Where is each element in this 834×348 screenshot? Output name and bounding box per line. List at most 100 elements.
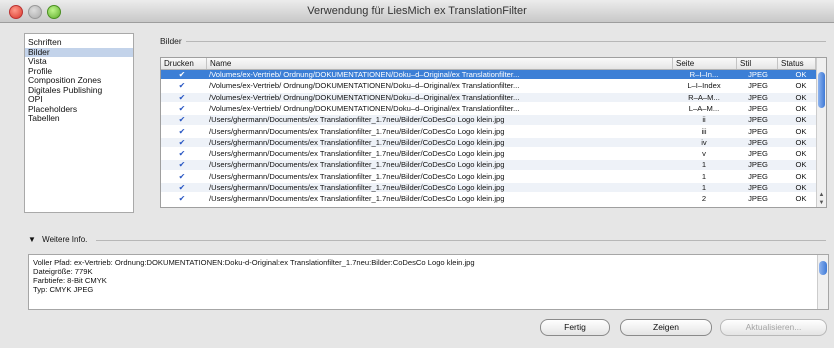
seite-cell: 1 [701, 183, 707, 192]
print-cell[interactable]: ✔ [161, 194, 203, 203]
stil-cell: JPEG [748, 70, 768, 79]
name-cell: /Users/ghermann/Documents/ex Translation… [209, 126, 505, 136]
name-cell: /Users/ghermann/Documents/ex Translation… [209, 115, 505, 125]
print-checkbox-icon[interactable]: ✔ [179, 127, 186, 135]
table-row[interactable]: ✔ /Volumes/ex-Vertrieb/ Ordnung/DOKUMENTA… [161, 81, 816, 90]
seite-cell: iii [701, 126, 707, 136]
print-checkbox-icon[interactable]: ✔ [179, 150, 186, 158]
table-row[interactable]: ✔ /Users/ghermann/Documents/ex Translatio… [161, 160, 816, 170]
sidebar-item[interactable]: Tabellen [25, 113, 133, 124]
print-cell[interactable]: ✔ [161, 127, 203, 136]
name-cell: /Volumes/ex-Vertrieb/ Ordnung/DOKUMENTAT… [209, 81, 520, 91]
scroll-down-arrow-icon[interactable]: ▼ [818, 200, 825, 206]
images-section-label: Bilder [160, 36, 182, 46]
seite-cell: R–A–M... [688, 92, 720, 102]
print-checkbox-icon[interactable]: ✔ [179, 93, 186, 101]
info-text-area[interactable]: Voller Pfad: ex-Vertrieb: Ordnung:DOKUME… [28, 254, 829, 310]
name-cell: /Users/ghermann/Documents/ex Translation… [209, 183, 505, 192]
seite-cell: L–I–Index [687, 81, 721, 91]
window-title: Verwendung für LiesMich ex TranslationFi… [307, 5, 527, 17]
seite-cell: 2 [701, 194, 707, 204]
title-bar[interactable]: Verwendung für LiesMich ex TranslationFi… [0, 0, 834, 23]
category-sidebar: Schriften Bilder Vista Profile Composition Z… [24, 33, 134, 213]
print-checkbox-icon[interactable]: ✔ [179, 71, 186, 79]
stil-cell: JPEG [748, 171, 768, 181]
table-scrollbar[interactable]: ▲ ▼ [816, 58, 826, 207]
table-row[interactable]: ✔ /Users/ghermann/Documents/ex Translatio… [161, 194, 816, 203]
table-row[interactable]: ✔ /Volumes/ex-Vertrieb/ Ordnung/DOKUMENTA… [161, 104, 816, 113]
done-button[interactable]: Fertig [540, 319, 610, 336]
more-info-label: Weitere Info. [42, 235, 88, 244]
name-cell: /Volumes/ex-Vertrieb/ Ordnung/DOKUMENTAT… [209, 103, 520, 113]
table-row[interactable]: ✔ /Users/ghermann/Documents/ex Translatio… [161, 149, 816, 158]
seite-cell: L–A–M... [688, 103, 720, 113]
images-table: Drucken Name Seite Stil Status ✔ /Volumes… [160, 57, 827, 208]
update-button[interactable]: Aktualisieren... [720, 319, 827, 336]
seite-cell: R–I–In... [689, 70, 719, 79]
name-cell: /Volumes/ex-Vertrieb/ Ordnung/DOKUMENTAT… [209, 70, 520, 79]
stil-cell: JPEG [748, 183, 768, 192]
print-checkbox-icon[interactable]: ✔ [179, 116, 186, 124]
name-cell: /Users/ghermann/Documents/ex Translation… [209, 149, 505, 159]
print-checkbox-icon[interactable]: ✔ [179, 138, 186, 146]
scroll-up-arrow-icon[interactable]: ▲ [818, 192, 825, 198]
print-checkbox-icon[interactable]: ✔ [179, 82, 186, 90]
print-cell[interactable]: ✔ [161, 138, 203, 147]
table-row[interactable]: ✔ /Volumes/ex-Vertrieb/ Ordnung/DOKUMENTA… [161, 92, 816, 102]
table-row[interactable]: ✔ /Users/ghermann/Documents/ex Translatio… [161, 172, 816, 181]
table-header: Drucken Name Seite Stil Status [161, 58, 816, 70]
print-cell[interactable]: ✔ [161, 115, 203, 124]
table-scroll-thumb[interactable] [818, 72, 825, 108]
stil-cell: JPEG [748, 160, 768, 170]
print-cell[interactable]: ✔ [161, 93, 203, 102]
disclosure-triangle-icon[interactable]: ▼ [28, 235, 36, 244]
stil-cell: JPEG [748, 92, 768, 102]
seite-cell: iv [701, 137, 707, 147]
stil-cell: JPEG [748, 137, 768, 147]
print-cell[interactable]: ✔ [161, 160, 203, 169]
name-cell: /Users/ghermann/Documents/ex Translation… [209, 194, 505, 204]
seite-cell: 1 [701, 171, 707, 181]
print-checkbox-icon[interactable]: ✔ [179, 172, 186, 180]
print-cell[interactable]: ✔ [161, 70, 203, 79]
column-header-seite[interactable]: Seite [673, 58, 737, 69]
info-scroll-thumb[interactable] [819, 261, 827, 275]
name-cell: /Users/ghermann/Documents/ex Translation… [209, 171, 505, 181]
info-scrollbar[interactable] [817, 255, 828, 309]
seite-cell: ii [702, 115, 706, 125]
stil-cell: JPEG [748, 115, 768, 125]
print-cell[interactable]: ✔ [161, 81, 203, 90]
dialog-window: Verwendung für LiesMich ex TranslationFi… [0, 0, 834, 348]
name-cell: /Volumes/ex-Vertrieb/ Ordnung/DOKUMENTAT… [209, 92, 520, 102]
print-checkbox-icon[interactable]: ✔ [179, 195, 186, 203]
show-button[interactable]: Zeigen [620, 319, 712, 336]
seite-cell: 1 [701, 160, 707, 170]
name-cell: /Users/ghermann/Documents/ex Translation… [209, 137, 505, 147]
column-header-name[interactable]: Name [207, 58, 673, 69]
stil-cell: JPEG [748, 126, 768, 136]
column-header-print[interactable]: Drucken [161, 58, 207, 69]
table-row[interactable]: ✔ /Users/ghermann/Documents/ex Translatio… [161, 183, 816, 193]
more-info-disclosure[interactable]: ▼ Weitere Info. [28, 235, 87, 244]
print-cell[interactable]: ✔ [161, 172, 203, 181]
info-color-depth: Farbtiefe: 8-Bit CMYK [33, 276, 107, 285]
print-checkbox-icon[interactable]: ✔ [179, 184, 186, 192]
stil-cell: JPEG [748, 81, 768, 91]
stil-cell: JPEG [748, 149, 768, 159]
column-header-status[interactable]: Status [778, 58, 816, 69]
table-row[interactable]: ✔ /Users/ghermann/Documents/ex Translatio… [161, 115, 816, 125]
name-cell: /Users/ghermann/Documents/ex Translation… [209, 160, 505, 170]
info-file-size: Dateigröße: 779K [33, 267, 93, 276]
print-cell[interactable]: ✔ [161, 183, 203, 192]
table-row[interactable]: ✔ /Users/ghermann/Documents/ex Translatio… [161, 127, 816, 136]
table-row[interactable]: ✔ /Volumes/ex-Vertrieb/ Ordnung/DOKUMENTA… [161, 70, 816, 80]
print-checkbox-icon[interactable]: ✔ [179, 161, 186, 169]
stil-cell: JPEG [748, 194, 768, 204]
print-cell[interactable]: ✔ [161, 104, 203, 113]
more-info-divider [96, 240, 826, 241]
seite-cell: v [702, 149, 706, 159]
print-cell[interactable]: ✔ [161, 149, 203, 158]
column-header-stil[interactable]: Stil [737, 58, 778, 69]
print-checkbox-icon[interactable]: ✔ [179, 104, 186, 112]
table-row[interactable]: ✔ /Users/ghermann/Documents/ex Translatio… [161, 137, 816, 148]
